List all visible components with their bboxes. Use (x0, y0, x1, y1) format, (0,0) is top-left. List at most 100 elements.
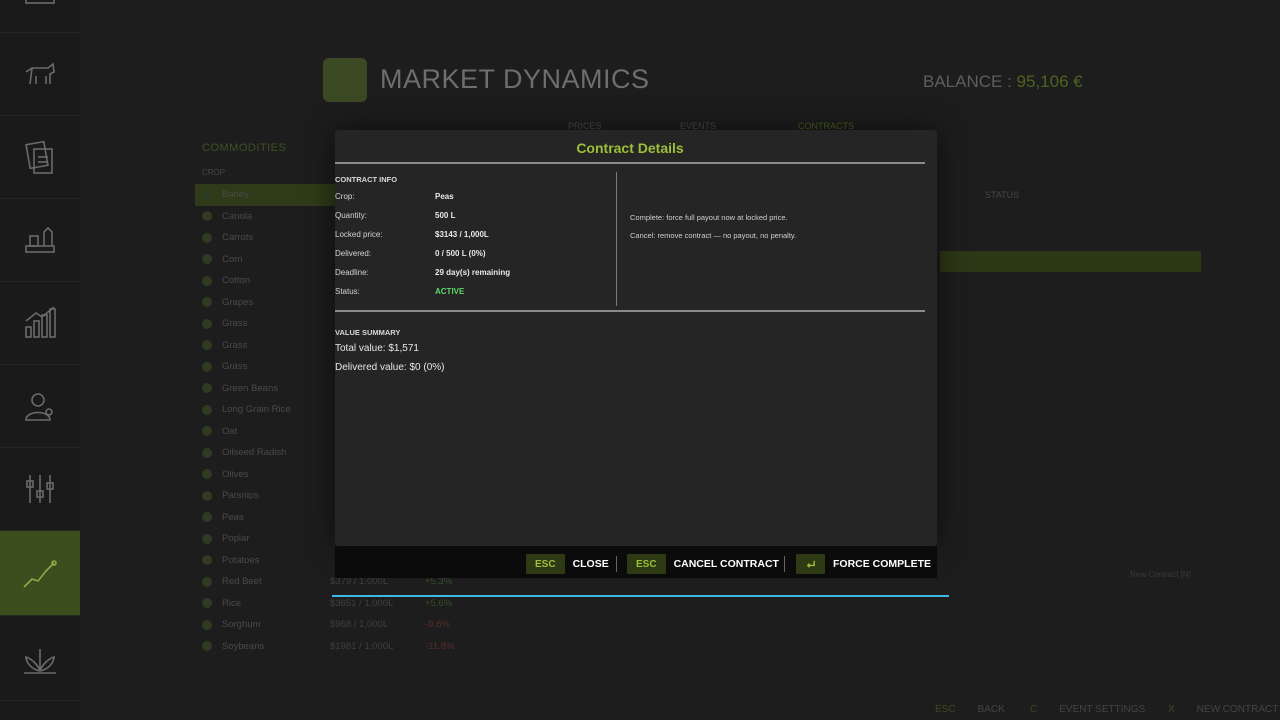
crop-name: Sorghum (222, 619, 261, 631)
info-label: Deadline: (335, 268, 369, 277)
crop-icon (202, 426, 212, 437)
balance: BALANCE : 95,106 € (923, 72, 1083, 92)
crop-column-header: CROP (202, 168, 226, 177)
force-complete-label: FORCE COMPLETE (833, 558, 932, 570)
crop-icon (202, 297, 212, 308)
cancel-contract-button[interactable]: ESC CANCEL CONTRACT (627, 554, 779, 574)
info-label: Locked price: (335, 230, 383, 239)
info-value: 29 day(s) remaining (435, 268, 511, 277)
cancel-contract-label: CANCEL CONTRACT (673, 558, 779, 570)
balance-label: BALANCE : (923, 72, 1012, 91)
title-divider (335, 162, 925, 164)
value-summary-label: VALUE SUMMARY (335, 328, 401, 337)
info-value: 0 / 500 L (0%) (435, 249, 486, 258)
crop-name: Poplar (222, 533, 250, 545)
cow-icon (25, 62, 55, 85)
back-label: BACK (977, 704, 1005, 715)
crop-name: Grass (222, 318, 248, 330)
sidebar-item-notes[interactable] (0, 116, 80, 199)
new-contract-hint: New Contract [N] (1130, 570, 1191, 579)
sidebar-item-statistics[interactable] (0, 282, 80, 365)
sidebar-item-crops[interactable] (0, 618, 80, 701)
info-column-divider (616, 172, 617, 306)
footer-new-contract[interactable]: X NEW CONTRACT (1168, 704, 1278, 715)
info-value: 500 L (435, 211, 456, 220)
crop-price: $1981 / 1,000L (330, 640, 394, 652)
cancel-key: ESC (627, 554, 666, 574)
list-item[interactable]: Soybeans $1981 / 1,000L -11.8% (195, 636, 485, 658)
contract-info-label: CONTRACT INFO (335, 175, 398, 184)
crop-icon (202, 619, 212, 630)
crop-price: $3651 / 1,000L (330, 597, 394, 609)
force-complete-button[interactable]: FORCE COMPLETE (796, 554, 931, 574)
crop-icon (202, 447, 212, 458)
crop-icon (202, 275, 212, 286)
list-item[interactable]: Sorghum $968 / 1,000L -9.6% (195, 614, 485, 636)
crop-name: Oilseed Radish (222, 447, 287, 459)
total-value: Total value: $1,571 (335, 343, 419, 354)
footer-event-settings[interactable]: C EVENT SETTINGS (1030, 704, 1145, 715)
worker-icon (25, 393, 53, 421)
info-label: Quantity: (335, 211, 368, 220)
crop-name: Carrots (222, 232, 254, 244)
info-label: Delivered: (335, 249, 372, 258)
crop-icon (202, 555, 212, 566)
status-column-header: STATUS (985, 190, 1020, 200)
progress-line (332, 595, 949, 597)
commodities-title: COMMODITIES (202, 142, 287, 154)
crop-name: Potatoes (222, 554, 260, 566)
sidebar-item-workers[interactable] (0, 365, 80, 448)
crop-icon (202, 598, 212, 609)
status-badge: ACTIVE (435, 287, 465, 296)
crop-name: Cotton (222, 275, 250, 287)
dialog-title: Contract Details (576, 140, 684, 156)
crop-name: Barley (222, 189, 249, 201)
enter-icon (806, 560, 815, 568)
crop-name: Red Beet (222, 576, 262, 588)
crop-price: $968 / 1,000L (330, 619, 389, 631)
crop-change: -9.6% (425, 619, 450, 631)
settings-sliders-icon (26, 475, 54, 503)
settings-key: C (1030, 704, 1038, 715)
crop-icon (202, 490, 212, 501)
close-button[interactable]: ESC CLOSE (526, 554, 609, 574)
settings-label: EVENT SETTINGS (1059, 704, 1146, 715)
crop-name: Parsnips (222, 490, 259, 502)
close-key: ESC (526, 554, 565, 574)
new-contract-key: X (1168, 704, 1175, 715)
info-row-locked-price: Locked price: $3143 / 1,000L (335, 230, 615, 248)
info-row-deadline: Deadline: 29 day(s) remaining (335, 268, 615, 286)
crop-icon (202, 254, 212, 265)
info-row-delivered: Delivered: 0 / 500 L (0%) (335, 249, 615, 267)
contract-status-bar[interactable] (940, 251, 1201, 272)
crop-icon (202, 232, 212, 243)
page-title: MARKET DYNAMICS (380, 64, 650, 94)
footer-back[interactable]: ESC BACK (935, 704, 1005, 715)
crop-change: -11.8% (425, 640, 455, 652)
crop-name: Green Beans (222, 382, 278, 394)
crop-name: Peas (222, 511, 244, 523)
sidebar-item-market[interactable] (0, 531, 80, 616)
back-key: ESC (935, 704, 956, 715)
crop-icon (202, 340, 212, 351)
list-item[interactable]: Barley (195, 184, 335, 206)
help-complete: Complete: force full payout now at locke… (630, 213, 788, 222)
sidebar-item-animals[interactable] (0, 33, 80, 116)
crop-icon (202, 512, 212, 523)
crop-icon (202, 189, 212, 200)
info-row-quantity: Quantity: 500 L (335, 211, 615, 229)
crop-change: +5.6% (425, 597, 453, 609)
crop-icon (202, 211, 212, 222)
crop-name: Grass (222, 339, 248, 351)
enter-key (796, 554, 825, 574)
delivered-value: Delivered value: $0 (0%) (335, 362, 445, 373)
close-label: CLOSE (572, 558, 609, 570)
crop-name: Corn (222, 253, 243, 265)
crop-icon (202, 318, 212, 329)
info-value: $3143 / 1,000L (435, 230, 489, 239)
crop-icon (202, 576, 212, 587)
sidebar-item-production[interactable] (0, 199, 80, 282)
sidebar-item-settings[interactable] (0, 448, 80, 531)
crop-name: Soybeans (222, 640, 265, 652)
sidebar-item-calendar[interactable] (0, 0, 80, 33)
